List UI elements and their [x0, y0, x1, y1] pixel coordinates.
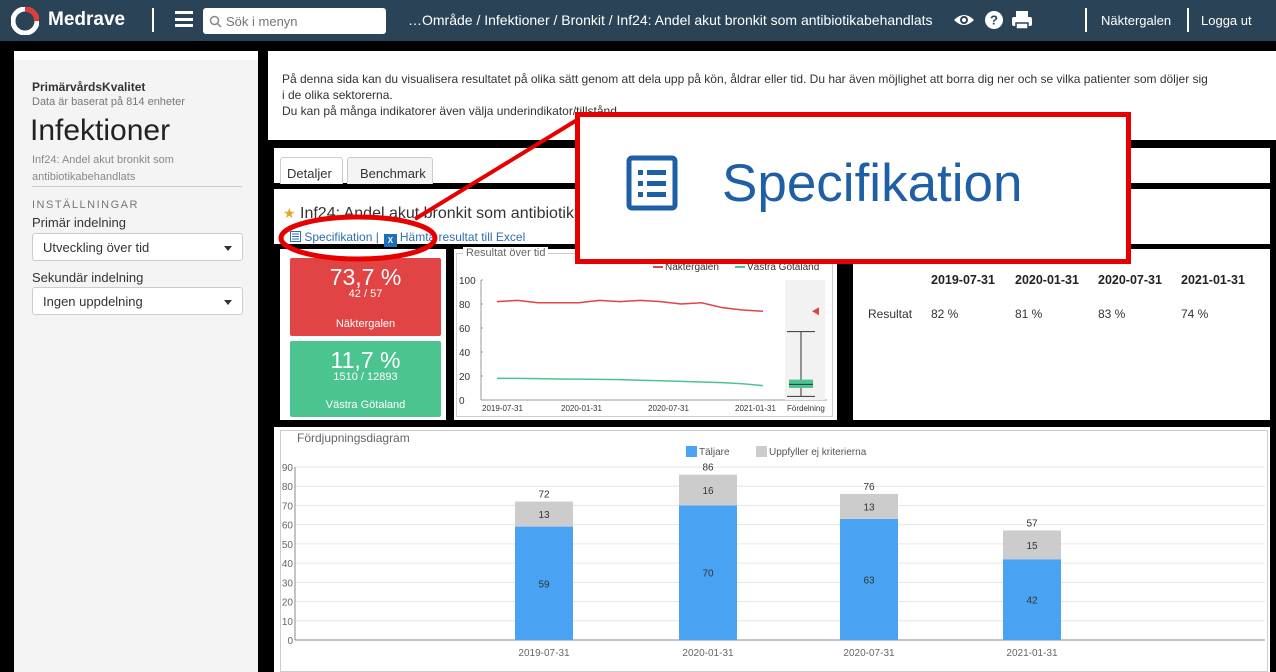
- zoom-callout: Specifikation: [575, 112, 1131, 264]
- list-icon: [626, 155, 678, 211]
- highlight-ellipse: [278, 214, 438, 262]
- callout-connector: [413, 118, 579, 221]
- annotation-overlay: [278, 118, 579, 262]
- callout-label: Specifikation: [722, 154, 1023, 213]
